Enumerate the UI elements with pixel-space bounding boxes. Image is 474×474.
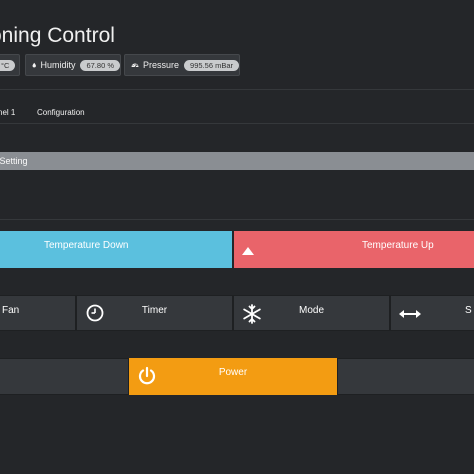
temperature-up-button[interactable]: Temperature Up (234, 231, 474, 268)
divider (0, 219, 474, 220)
timer-label: Timer (141, 304, 168, 316)
humidity-value: 67.80 % (80, 59, 120, 71)
power-label: Power (218, 367, 248, 378)
temperature-down-button[interactable]: Temperature Down (0, 231, 232, 268)
swing-label: S (465, 304, 472, 316)
section-header: ure Setting (0, 152, 474, 170)
divider (0, 89, 474, 90)
humidity-sensor: Humidity 67.80 % (25, 54, 121, 76)
temperature-down-label: Temperature Down (44, 240, 129, 251)
section-title: ure Setting (0, 156, 28, 166)
fan-button[interactable]: Fan (0, 295, 76, 331)
pressure-value: 995.56 mBar (184, 59, 239, 71)
page-title: oning Control (0, 24, 115, 47)
power-button[interactable]: Power (129, 358, 337, 395)
pressure-sensor: Pressure 995.56 mBar (124, 54, 240, 76)
triangle-up-icon (242, 247, 254, 255)
power-icon (138, 366, 156, 385)
horizontal-arrows-icon (399, 310, 421, 318)
snowflake-icon (243, 304, 261, 324)
droplet-icon (32, 62, 36, 68)
tab-configuration[interactable]: Configuration (37, 108, 85, 117)
power-row-right-slot (337, 358, 474, 395)
pressure-label: Pressure (143, 60, 180, 70)
temperature-up-label: Temperature Up (362, 240, 434, 251)
timer-button[interactable]: Timer (76, 295, 233, 331)
temperature-sensor: °C (0, 54, 20, 76)
fan-label: Fan (2, 304, 20, 316)
gauge-icon (131, 63, 139, 68)
mode-label: Mode (298, 304, 324, 316)
clock-icon (86, 304, 104, 322)
divider (0, 123, 474, 124)
power-row-left-slot (0, 358, 129, 395)
mode-button[interactable]: Mode (233, 295, 390, 331)
tab-panel-1[interactable]: nel 1 (0, 108, 15, 117)
humidity-label: Humidity (40, 60, 76, 70)
temperature-value: °C (0, 59, 16, 71)
swing-button[interactable]: S (390, 295, 474, 331)
